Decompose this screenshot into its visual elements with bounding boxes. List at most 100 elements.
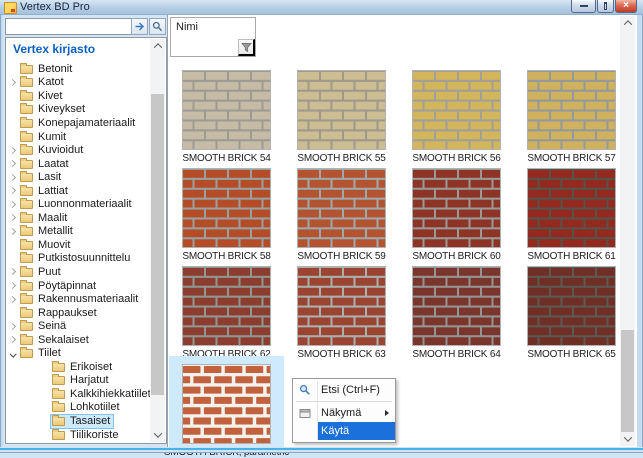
scroll-up-icon[interactable] xyxy=(620,16,635,30)
tree-item-label: Lattiat xyxy=(38,185,68,197)
material-tile[interactable]: SMOOTH BRICK 57 xyxy=(514,62,629,160)
tree-item-rappaukset[interactable]: Rappaukset xyxy=(6,306,150,320)
material-tile[interactable]: SMOOTH BRICK, parametric xyxy=(169,356,284,454)
menu-item-näkymä[interactable]: Näkymä xyxy=(293,404,395,422)
tree-item-muovit[interactable]: Muovit xyxy=(6,238,150,252)
material-tile[interactable]: SMOOTH BRICK 56 xyxy=(399,62,514,160)
tree-item-harjatut[interactable]: Harjatut xyxy=(6,374,150,388)
tree-scrollbar[interactable] xyxy=(150,39,165,442)
tree-item-lasit[interactable]: Lasit xyxy=(6,170,150,184)
brick-swatch[interactable] xyxy=(527,266,616,346)
tree-item-puut[interactable]: Puut xyxy=(6,265,150,279)
menu-item-etsi[interactable]: Etsi (Ctrl+F) xyxy=(293,381,395,399)
brick-swatch[interactable] xyxy=(527,168,616,248)
tree-item-label: Lohkotiilet xyxy=(70,401,120,413)
folder-icon xyxy=(20,322,33,331)
tree-item-sekalaiset[interactable]: Sekalaiset xyxy=(6,333,150,347)
close-button[interactable]: × xyxy=(615,0,637,13)
material-tile[interactable]: SMOOTH BRICK 55 xyxy=(284,62,399,160)
tree-item-label: Lasit xyxy=(38,171,61,183)
material-tile[interactable]: SMOOTH BRICK 58 xyxy=(169,160,284,258)
tree-item-betonit[interactable]: Betonit xyxy=(6,62,150,76)
tree-item-tasaiset[interactable]: Tasaiset xyxy=(6,414,150,428)
tree-scrollbar-thumb[interactable] xyxy=(151,94,164,395)
material-tile[interactable]: SMOOTH BRICK 61 xyxy=(514,160,629,258)
chevron-right-icon[interactable] xyxy=(6,337,18,342)
tree-item-laatat[interactable]: Laatat xyxy=(6,157,150,171)
tree-item-lattiat[interactable]: Lattiat xyxy=(6,184,150,198)
brick-swatch[interactable] xyxy=(412,168,501,248)
brick-swatch[interactable] xyxy=(412,70,501,150)
search-button[interactable] xyxy=(149,18,166,35)
maximize-button[interactable] xyxy=(597,0,614,13)
chevron-right-icon[interactable] xyxy=(6,297,18,302)
tree-item-putkistosuunnittelu[interactable]: Putkistosuunnittelu xyxy=(6,252,150,266)
brick-swatch[interactable] xyxy=(182,168,271,248)
brick-swatch[interactable] xyxy=(182,70,271,150)
search-input[interactable] xyxy=(5,18,133,35)
material-tile[interactable]: SMOOTH BRICK 54 xyxy=(169,62,284,160)
brick-swatch[interactable] xyxy=(182,266,271,346)
tree-item-label: Konepajamateriaalit xyxy=(38,117,135,129)
tree-item-kuvioidut[interactable]: Kuvioidut xyxy=(6,143,150,157)
material-tile[interactable]: SMOOTH BRICK 62 xyxy=(169,258,284,356)
brick-swatch[interactable] xyxy=(527,70,616,150)
tree-item-pöytäpinnat[interactable]: Pöytäpinnat xyxy=(6,279,150,293)
tree-item-maalit[interactable]: Maalit xyxy=(6,211,150,225)
tree-item-tiilikoriste[interactable]: Tiilikoriste xyxy=(6,428,150,442)
submenu-arrow-icon xyxy=(385,410,389,416)
tree-item-kumit[interactable]: Kumit xyxy=(6,130,150,144)
go-button[interactable] xyxy=(131,18,148,35)
tree-item-metallit[interactable]: Metallit xyxy=(6,225,150,239)
chevron-right-icon[interactable] xyxy=(6,269,18,274)
tree-item-kivet[interactable]: Kivet xyxy=(6,89,150,103)
chevron-right-icon[interactable] xyxy=(6,80,18,85)
tree-item-kiveykset[interactable]: Kiveykset xyxy=(6,103,150,117)
tree-item-tiilet[interactable]: Tiilet xyxy=(6,346,150,360)
chevron-right-icon[interactable] xyxy=(6,215,18,220)
material-tile[interactable]: SMOOTH BRICK 65 xyxy=(514,258,629,356)
filter-button[interactable] xyxy=(238,39,255,56)
tree-item-label: Puut xyxy=(38,266,61,278)
scroll-up-icon[interactable] xyxy=(150,39,165,53)
close-icon: × xyxy=(623,1,629,11)
tree-item-rakennusmateriaalit[interactable]: Rakennusmateriaalit xyxy=(6,292,150,306)
brick-swatch[interactable] xyxy=(412,266,501,346)
chevron-right-icon[interactable] xyxy=(6,202,18,207)
brick-swatch[interactable] xyxy=(182,364,271,444)
brick-swatch[interactable] xyxy=(297,168,386,248)
tree-item-luonnonmateriaalit[interactable]: Luonnonmateriaalit xyxy=(6,197,150,211)
menu-item-käytä[interactable]: Käytä xyxy=(293,422,395,440)
minimize-button[interactable] xyxy=(571,0,596,13)
chevron-right-icon[interactable] xyxy=(6,229,18,234)
tree-item-katot[interactable]: Katot xyxy=(6,76,150,90)
brick-swatch[interactable] xyxy=(297,70,386,150)
tree-item-lohkotiilet[interactable]: Lohkotiilet xyxy=(6,401,150,415)
scroll-down-icon[interactable] xyxy=(620,432,635,446)
chevron-right-icon[interactable] xyxy=(6,324,18,329)
material-tile[interactable]: SMOOTH BRICK 64 xyxy=(399,258,514,356)
tree-item-label: Putkistosuunnittelu xyxy=(38,252,130,264)
tree-item-label: Luonnonmateriaalit xyxy=(38,198,132,210)
tree-item-seinä[interactable]: Seinä xyxy=(6,319,150,333)
scroll-down-icon[interactable] xyxy=(150,428,165,442)
content-scrollbar-thumb[interactable] xyxy=(621,330,634,432)
material-tile[interactable]: SMOOTH BRICK 63 xyxy=(284,258,399,356)
folder-icon xyxy=(20,227,33,236)
chevron-right-icon[interactable] xyxy=(6,175,18,180)
menu-item-label: Näkymä xyxy=(321,407,361,419)
tree-item-kalkkihiekkatiilet[interactable]: Kalkkihiekkatiilet xyxy=(6,387,150,401)
chevron-down-icon[interactable] xyxy=(6,351,18,356)
view-icon xyxy=(293,408,317,419)
tree-item-erikoiset[interactable]: Erikoiset xyxy=(6,360,150,374)
material-tile[interactable]: SMOOTH BRICK 60 xyxy=(399,160,514,258)
tree-item-konepajamateriaalit[interactable]: Konepajamateriaalit xyxy=(6,116,150,130)
chevron-right-icon[interactable] xyxy=(6,188,18,193)
chevron-right-icon[interactable] xyxy=(6,148,18,153)
material-tile[interactable]: SMOOTH BRICK 59 xyxy=(284,160,399,258)
content-scrollbar[interactable] xyxy=(620,16,635,446)
chevron-right-icon[interactable] xyxy=(6,161,18,166)
brick-swatch[interactable] xyxy=(297,266,386,346)
folder-icon xyxy=(20,119,33,128)
chevron-right-icon[interactable] xyxy=(6,283,18,288)
